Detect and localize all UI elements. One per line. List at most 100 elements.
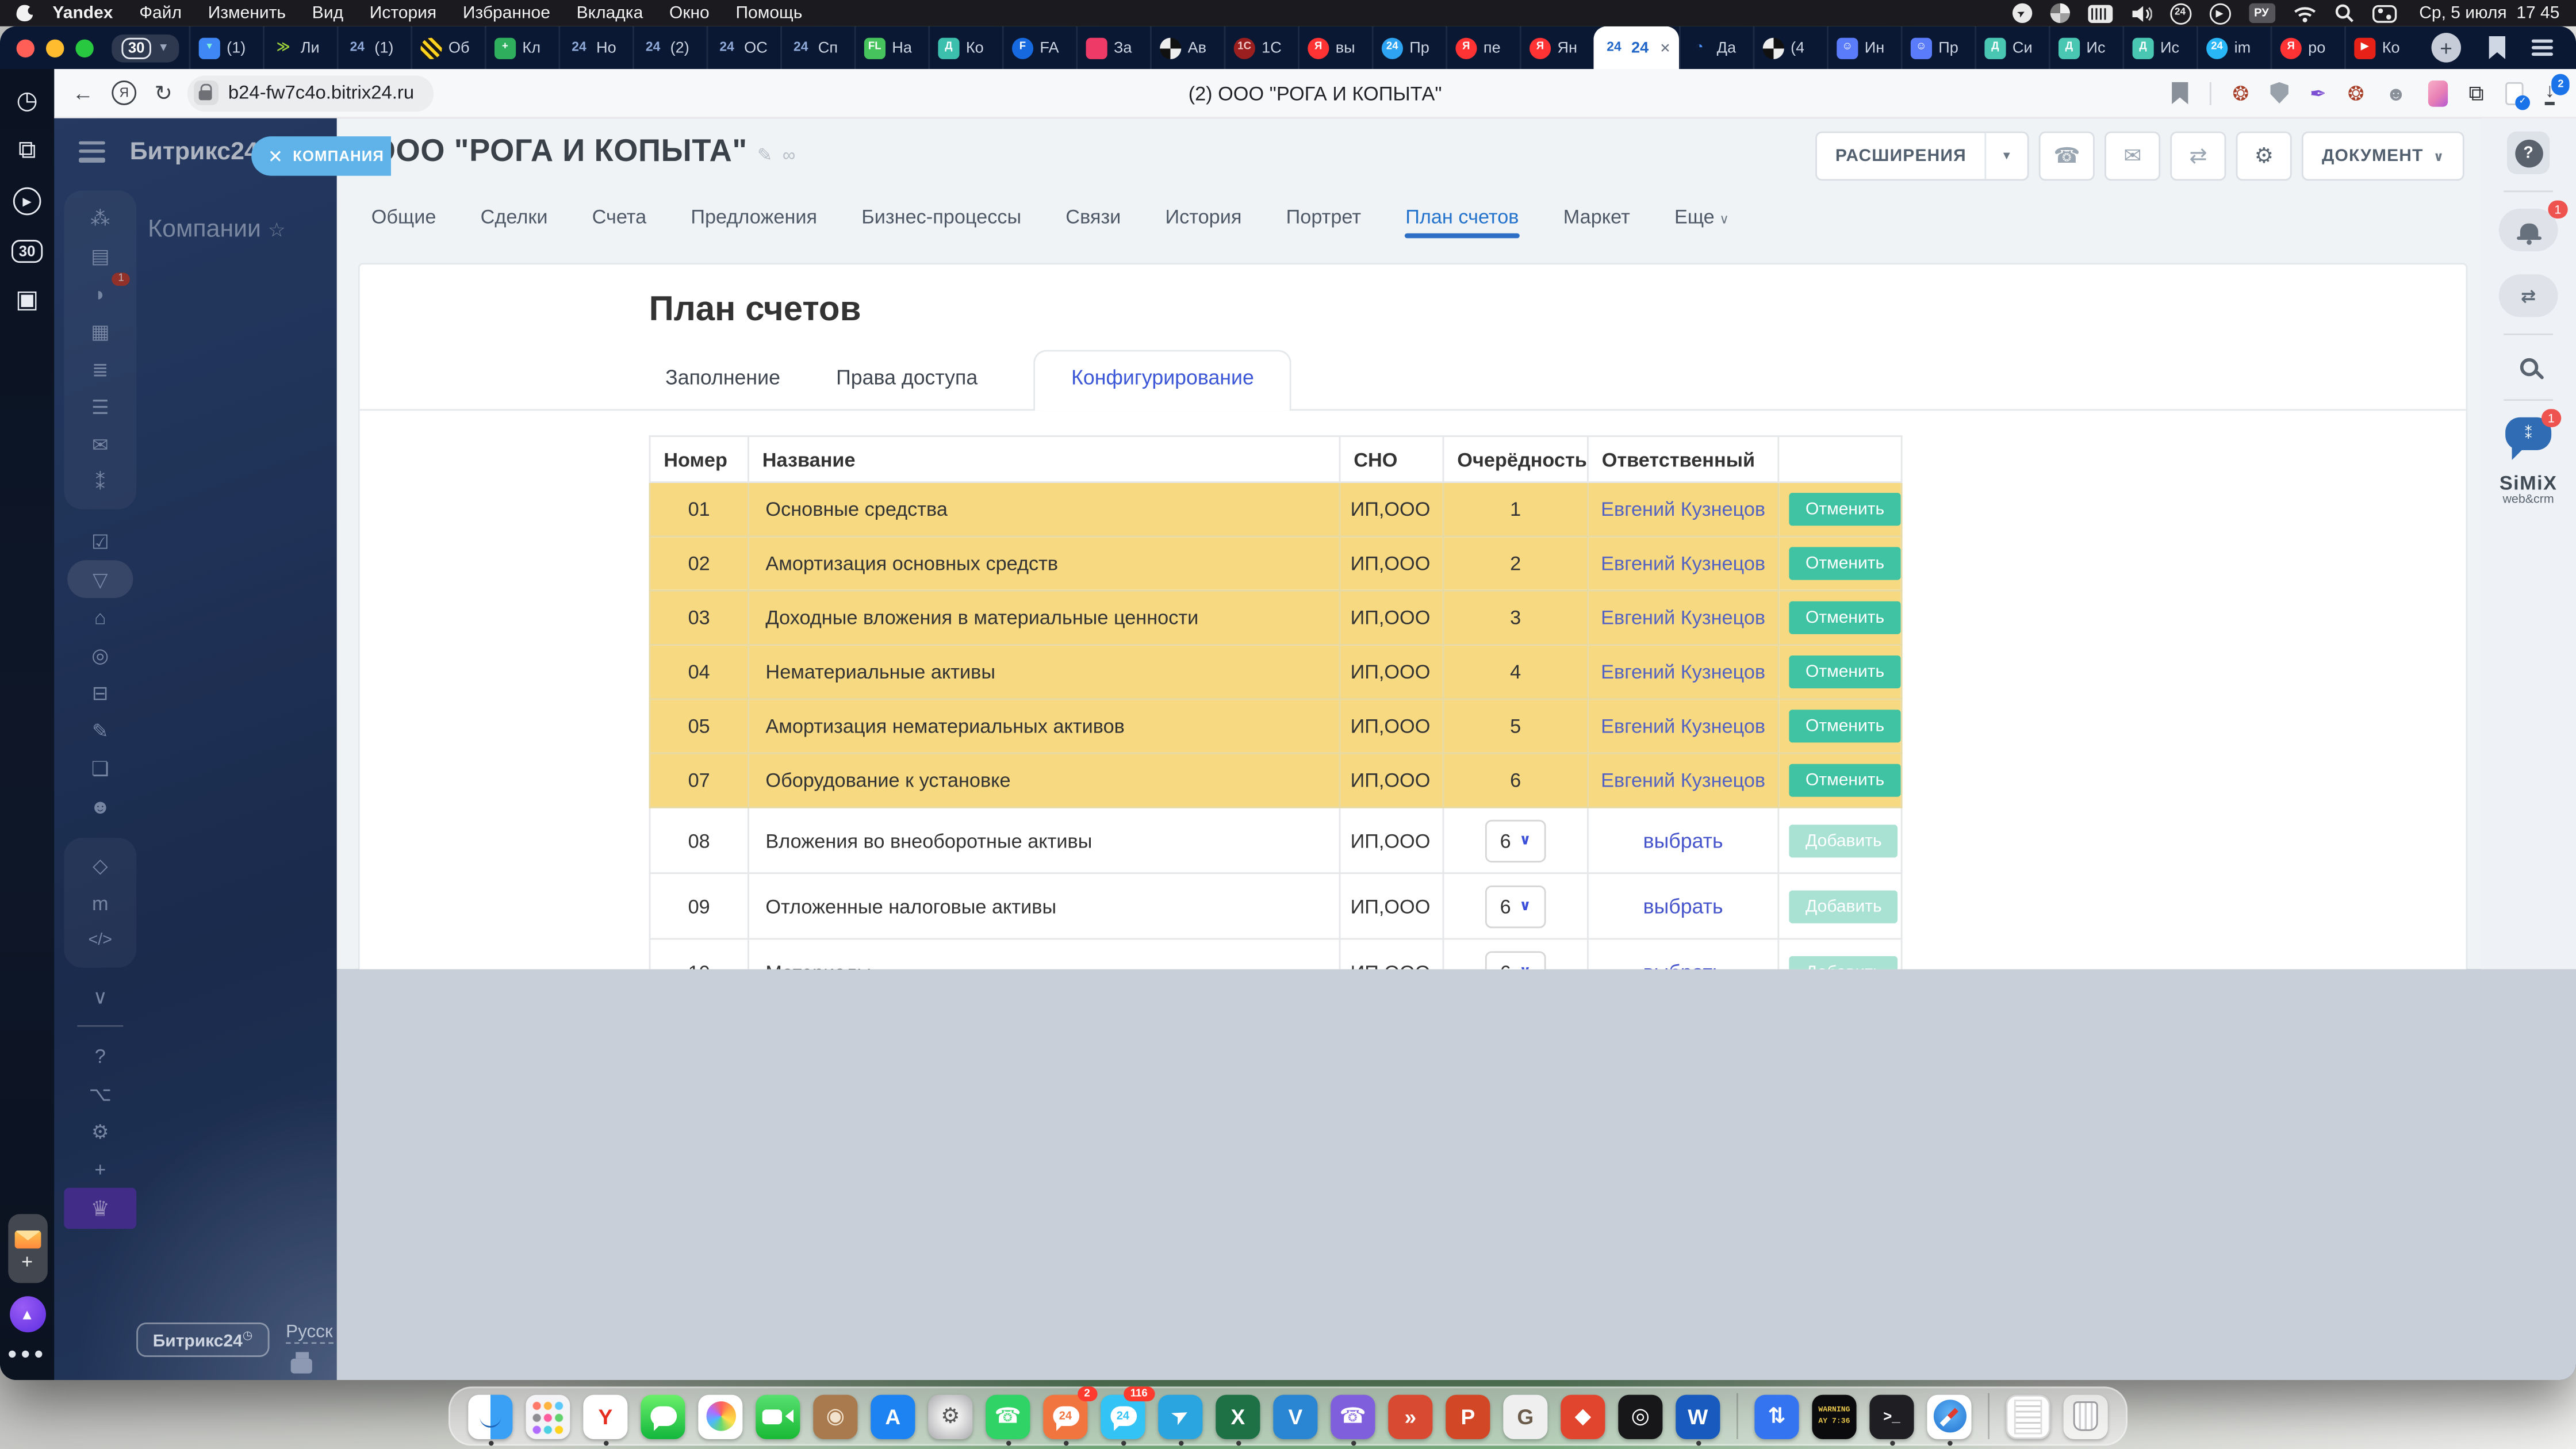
cancel-button[interactable]: Отменить (1789, 601, 1900, 634)
menu-item[interactable]: Вид (299, 3, 356, 23)
browser-tab[interactable]: ☺Пр (1901, 26, 1975, 69)
tableau-icon[interactable]: 30 (12, 240, 41, 263)
browser-tab[interactable]: ≫Ли (263, 26, 337, 69)
add-button[interactable]: Добавить (1789, 824, 1898, 857)
help-button[interactable]: ? (2507, 132, 2550, 174)
browser-tab[interactable]: 24(2) (632, 26, 707, 69)
browser-tab[interactable]: 24Сп (780, 26, 854, 69)
browser-tab[interactable]: 24Пр (1372, 26, 1446, 69)
document-check-icon[interactable] (2505, 81, 2523, 104)
browser-tab[interactable]: Ав (1150, 26, 1224, 69)
video-icon[interactable]: ▶ (13, 187, 41, 216)
order-select[interactable]: 6 ∨ (1485, 819, 1546, 861)
control-center-icon[interactable] (2371, 4, 2396, 22)
support-chat-icon[interactable]: ⁑1 (2505, 417, 2551, 450)
gimp-dock-icon[interactable]: G (1501, 1392, 1550, 1441)
bitrix24-blue-dock-icon[interactable]: 24116 (1098, 1392, 1148, 1441)
browser-tab[interactable]: 24ОС (706, 26, 780, 69)
bookmark-page-icon[interactable] (2172, 81, 2188, 104)
extensions-button[interactable]: РАСШИРЕНИЯ▼ (1816, 132, 2030, 181)
collections-icon[interactable]: ⧉ (18, 138, 36, 163)
telegram-status-icon[interactable]: ➤ (2012, 3, 2031, 23)
incognito-extension-icon[interactable]: ☻ (2386, 81, 2406, 104)
cancel-button[interactable]: Отменить (1789, 764, 1900, 797)
contacts-dock-icon[interactable]: ◉ (811, 1392, 860, 1441)
finder-dock-icon[interactable] (466, 1392, 515, 1441)
mail-button[interactable]: ✉ (2105, 132, 2161, 181)
cancel-button[interactable]: Отменить (1789, 493, 1900, 526)
browser-tab[interactable]: +Кл (485, 26, 559, 69)
crm-tab-Предложения[interactable]: Предложения (691, 205, 817, 238)
cancel-button[interactable]: Отменить (1789, 710, 1900, 742)
camera-app-dock-icon[interactable]: ◎ (1616, 1392, 1665, 1441)
sync-app-dock-icon[interactable]: ⇅ (1752, 1392, 1801, 1441)
order-select[interactable]: 6 ∨ (1485, 885, 1546, 927)
crm-tab-Бизнес-процессы[interactable]: Бизнес-процессы (861, 205, 1021, 238)
close-window-button[interactable] (17, 39, 34, 56)
powerpoint-dock-icon[interactable]: P (1443, 1392, 1493, 1441)
input-language-badge[interactable]: РУ (2248, 3, 2275, 23)
browser-tab[interactable]: Яро (2270, 26, 2344, 69)
word-dock-icon[interactable]: W (1673, 1392, 1723, 1441)
menu-item[interactable]: Избранное (450, 3, 564, 23)
browser-tab[interactable]: ЯЯн (1520, 26, 1594, 69)
browser-tab[interactable]: 24(1) (337, 26, 411, 69)
plan-subtab[interactable]: Конфигурирование (1033, 350, 1291, 411)
downloads-icon[interactable]: ↓2 (2545, 81, 2555, 104)
play-status-icon[interactable]: ▶ (2209, 2, 2230, 24)
browser-tab[interactable]: ☺Ин (1827, 26, 1901, 69)
choose-link[interactable]: выбрать (1643, 895, 1723, 918)
excel-dock-icon[interactable]: X (1213, 1392, 1263, 1441)
edit-icon[interactable]: ✎ (757, 146, 773, 166)
gradient-extension-icon[interactable] (2428, 80, 2447, 106)
apple-menu-icon[interactable] (17, 5, 33, 22)
tab-close-icon[interactable]: ✕ (1659, 40, 1670, 55)
browser-tab[interactable]: FFA (1002, 26, 1076, 69)
plan-subtab[interactable]: Права доступа (836, 351, 977, 409)
photos-dock-icon[interactable] (696, 1392, 745, 1441)
crm-tab-Сделки[interactable]: Сделки (481, 205, 548, 238)
browser-menu-icon[interactable] (2532, 39, 2553, 56)
responsible-link[interactable]: Евгений Кузнецов (1601, 606, 1765, 629)
cancel-button[interactable]: Отменить (1789, 656, 1900, 688)
crm-tab-План счетов[interactable]: План счетов (1405, 205, 1519, 238)
system-settings-dock-icon[interactable]: ⚙ (926, 1392, 975, 1441)
browser-tab[interactable]: FLНа (854, 26, 929, 69)
responsible-link[interactable]: Евгений Кузнецов (1601, 552, 1765, 575)
bitrix-footer-badge[interactable]: Битрикс24◷ (136, 1322, 269, 1357)
browser-tab[interactable]: ДИс (2122, 26, 2196, 69)
barcode-status-icon[interactable] (2087, 4, 2112, 22)
browser-tab[interactable]: За (1076, 26, 1150, 69)
b24-status-icon[interactable]: 24 (2169, 2, 2191, 24)
responsible-link[interactable]: Евгений Кузнецов (1601, 498, 1765, 521)
whatsapp-dock-icon[interactable]: ☎ (983, 1392, 1033, 1441)
browser-tab[interactable]: Об (411, 26, 485, 69)
settings-button[interactable]: ⚙ (2236, 132, 2292, 181)
mail-icon[interactable]: + (7, 1214, 47, 1283)
browser-tab[interactable]: (4 (1753, 26, 1827, 69)
volume-icon[interactable] (2130, 4, 2151, 22)
app-store-dock-icon[interactable]: A (868, 1392, 918, 1441)
zoom-window-button[interactable] (75, 39, 93, 56)
tab-counter[interactable]: 30▼ (112, 34, 179, 62)
yandex-browser-dock-icon[interactable]: Y (581, 1392, 630, 1441)
back-icon[interactable]: ← (72, 80, 94, 105)
choose-link[interactable]: выбрать (1643, 829, 1723, 852)
browser-tab[interactable]: Явы (1298, 26, 1372, 69)
viber-dock-icon[interactable]: ☎ (1328, 1392, 1378, 1441)
rail-search-icon[interactable] (2519, 358, 2537, 376)
browser-tab[interactable]: 2424✕ (1593, 26, 1679, 69)
call-button[interactable]: ☎ (2040, 132, 2095, 181)
new-tab-button[interactable]: + (2431, 33, 2460, 62)
menu-item[interactable]: Изменить (195, 3, 299, 23)
screenshot-icon[interactable]: ▣ (16, 288, 39, 312)
crm-tab-Счета[interactable]: Счета (592, 205, 647, 238)
crm-tab-Связи[interactable]: Связи (1065, 205, 1121, 238)
browser-tab[interactable]: 24im (2196, 26, 2271, 69)
printer-icon[interactable] (291, 1359, 312, 1374)
address-bar[interactable]: b24-fw7c4o.bitrix24.ru (187, 75, 434, 111)
menu-item[interactable]: Файл (126, 3, 195, 23)
messages-dock-icon[interactable] (638, 1392, 688, 1441)
browser-tab[interactable]: Япе (1446, 26, 1520, 69)
exchange-button[interactable]: ⇄ (2171, 132, 2226, 181)
